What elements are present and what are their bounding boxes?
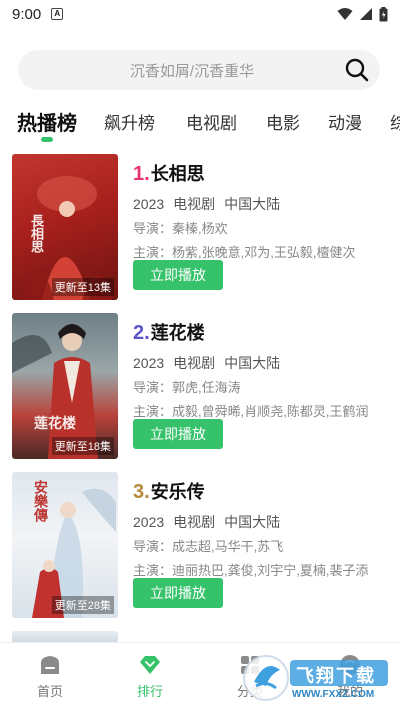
item-year: 2023 [133, 355, 165, 371]
watermark-url: WWW.FXXZ.COM [292, 689, 375, 700]
item-title-row: 1. 长相思 [133, 160, 391, 186]
search-bar[interactable]: 沉香如屑/沉香重华 [18, 50, 380, 90]
watermark-brand: 飞翔下载 [296, 666, 376, 686]
poster-image[interactable]: 安樂傳 更新至28集 [12, 472, 118, 618]
list-item[interactable]: 莲花楼 更新至18集 2. 莲花楼 2023 电视剧 中国大陆 导演：郭虎,任海涛 … [12, 313, 392, 459]
tab-tv-series[interactable]: 电视剧 [186, 109, 237, 134]
play-now-button[interactable]: 立即播放 [133, 260, 223, 290]
status-icons [337, 6, 388, 22]
item-info: 3. 安乐传 2023 电视剧 中国大陆 导演：成志超,马华干,苏飞 主演：迪丽热巴… [133, 478, 391, 580]
item-cast: 主演：成毅,曾舜晞,肖顺尧,陈都灵,王鹤润 [133, 404, 369, 419]
update-badge: 更新至13集 [51, 278, 114, 296]
category-tabs: 热播榜 飙升榜 电视剧 电影 动漫 综 [0, 100, 400, 142]
item-type: 电视剧 [173, 514, 216, 530]
watermark-logo: 飞翔下载 WWW.FXXZ.COM [240, 652, 392, 704]
poster-title-art: 長相思 [28, 214, 43, 253]
wifi-icon [337, 8, 353, 20]
status-time: 9:00 [12, 5, 42, 23]
tab-indicator [41, 137, 53, 142]
item-region: 中国大陆 [224, 196, 281, 212]
item-cast: 主演：迪丽热巴,龚俊,刘宇宁,夏楠,裴子添 [133, 563, 369, 578]
item-region: 中国大陆 [224, 514, 281, 530]
rank-number: 1. [133, 163, 150, 185]
item-title[interactable]: 安乐传 [151, 478, 205, 504]
update-badge: 更新至28集 [51, 596, 114, 614]
nav-home-label: 首页 [36, 684, 63, 699]
list-item[interactable]: 安樂傳 更新至28集 3. 安乐传 2023 电视剧 中国大陆 导演：成志超,马华干… [12, 472, 392, 618]
rank-number: 3. [133, 481, 150, 503]
update-badge: 更新至18集 [51, 437, 114, 455]
item-title-row: 2. 莲花楼 [133, 319, 391, 345]
item-info: 1. 长相思 2023 电视剧 中国大陆 导演：秦榛,杨欢 主演：杨紫,张晚意,邓为… [133, 160, 391, 262]
nav-ranking[interactable]: 排行 [120, 653, 180, 700]
signal-icon [360, 8, 372, 20]
tab-anime[interactable]: 动漫 [328, 109, 362, 134]
notification-icon: A [51, 8, 64, 20]
home-icon [41, 656, 59, 674]
poster-image[interactable]: 長相思 更新至13集 [12, 154, 118, 300]
item-title-row: 3. 安乐传 [133, 478, 391, 504]
item-year: 2023 [133, 196, 165, 212]
poster-title-art: 莲花楼 [34, 416, 76, 432]
item-director: 导演：秦榛,杨欢 [133, 221, 228, 236]
nav-ranking-label: 排行 [136, 684, 163, 699]
item-region: 中国大陆 [224, 355, 281, 371]
status-bar: 9:00 A [0, 0, 400, 28]
play-now-button[interactable]: 立即播放 [133, 419, 223, 449]
item-director: 导演：成志超,马华干,苏飞 [133, 539, 284, 554]
item-year: 2023 [133, 514, 165, 530]
item-title[interactable]: 莲花楼 [151, 319, 205, 345]
search-icon[interactable] [344, 57, 370, 83]
poster-image[interactable]: 莲花楼 更新至18集 [12, 313, 118, 459]
nav-home[interactable]: 首页 [20, 653, 80, 700]
item-title[interactable]: 长相思 [151, 160, 205, 186]
diamond-icon [140, 656, 160, 674]
item-info: 2. 莲花楼 2023 电视剧 中国大陆 导演：郭虎,任海涛 主演：成毅,曾舜晞,肖… [133, 319, 391, 421]
tab-variety[interactable]: 综 [390, 109, 400, 134]
item-director: 导演：郭虎,任海涛 [133, 380, 241, 395]
list-item[interactable]: 長相思 更新至13集 1. 长相思 2023 电视剧 中国大陆 导演：秦榛,杨欢 主… [12, 154, 392, 300]
item-meta: 2023 电视剧 中国大陆 [133, 512, 391, 532]
tab-movie[interactable]: 电影 [266, 109, 300, 134]
poster-title-art: 安樂傳 [32, 480, 48, 522]
item-cast: 主演：杨紫,张晚意,邓为,王弘毅,檀健次 [133, 245, 356, 260]
tab-hot[interactable]: 热播榜 [17, 107, 77, 136]
play-now-button[interactable]: 立即播放 [133, 578, 223, 608]
battery-icon [379, 6, 388, 21]
item-type: 电视剧 [173, 355, 216, 371]
tab-rising[interactable]: 飙升榜 [104, 109, 155, 134]
item-type: 电视剧 [173, 196, 216, 212]
search-input[interactable]: 沉香如屑/沉香重华 [130, 60, 254, 81]
item-meta: 2023 电视剧 中国大陆 [133, 353, 391, 373]
rank-number: 2. [133, 322, 150, 344]
item-meta: 2023 电视剧 中国大陆 [133, 194, 391, 214]
